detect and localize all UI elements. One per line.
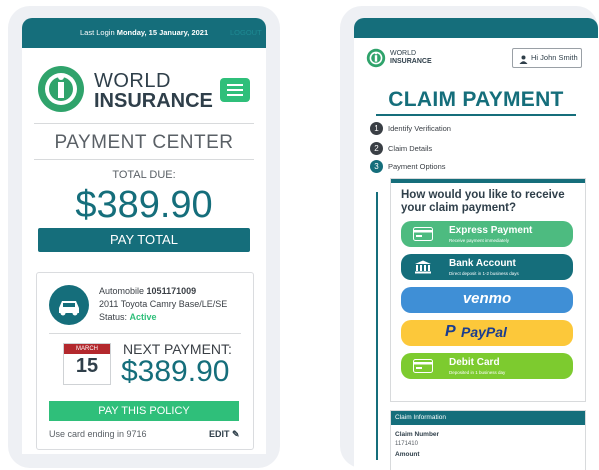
menu-button[interactable] (220, 78, 250, 102)
pay-policy-button[interactable]: PAY THIS POLICY (49, 401, 239, 421)
express-payment-option[interactable]: Express Payment Receive payment immediat… (401, 221, 573, 247)
car-icon (49, 285, 89, 325)
calendar-month: MARCH (64, 344, 110, 354)
step-number-active: 3 (370, 160, 383, 173)
brand-name: WORLD INSURANCE (390, 50, 432, 65)
next-payment-amount: $389.90 (121, 355, 230, 388)
policy-card: Automobile 1051171009 2011 Toyota Camry … (36, 272, 254, 450)
vehicle-name: 2011 Toyota Camry Base/LE/SE (99, 299, 228, 309)
title-underline (376, 114, 576, 116)
option-title: Debit Card (449, 357, 500, 368)
page-title: CLAIM PAYMENT (388, 88, 564, 111)
pay-total-button[interactable]: PAY TOTAL (38, 228, 250, 252)
step-progress-line (376, 192, 378, 460)
step-number: 1 (370, 122, 383, 135)
calendar-icon: MARCH 15 (63, 343, 111, 385)
user-account-button[interactable]: Hi John Smith (512, 48, 582, 68)
divider (34, 159, 254, 160)
venmo-option[interactable]: venmo (401, 287, 573, 313)
edit-button[interactable]: EDIT ✎ (209, 429, 240, 440)
bank-account-option[interactable]: Bank Account Direct deposit in 1-2 busin… (401, 254, 573, 280)
status-label: Status: (99, 312, 128, 322)
option-title: Express Payment (449, 225, 533, 236)
policy-type: Automobile (99, 286, 145, 296)
claim-number-label: Claim Number (395, 431, 440, 438)
brand-name-line2: INSURANCE (94, 90, 213, 112)
amount-label: Amount (395, 451, 420, 458)
payment-question: How would you like to receive your claim… (401, 189, 565, 214)
option-title: Bank Account (449, 258, 516, 269)
logout-link[interactable]: LOGOUT (230, 28, 262, 37)
payment-options-panel: How would you like to receive your claim… (390, 178, 586, 402)
option-subtitle: Direct deposit in 1-2 business days (449, 271, 519, 276)
bank-icon (415, 260, 431, 274)
paypal-option[interactable]: P PayPal (401, 320, 573, 346)
step-label[interactable]: Identify Verification (388, 124, 451, 133)
payment-center-screen: Last Login Monday, 15 January, 2021 LOGO… (22, 18, 266, 454)
top-bar: Last Login Monday, 15 January, 2021 LOGO… (22, 18, 266, 48)
claim-number-value: 1171410 (395, 441, 418, 447)
claim-info-header: Claim Information (391, 411, 585, 425)
policy-details: Automobile 1051171009 2011 Toyota Camry … (99, 285, 227, 324)
step-label-active[interactable]: Payment Options (388, 162, 446, 171)
user-icon (519, 53, 528, 64)
policy-number: 1051171009 (146, 286, 197, 296)
pencil-icon: ✎ (232, 429, 240, 439)
venmo-logo: venmo (462, 290, 512, 307)
panel-accent-bar (391, 179, 585, 183)
card-icon (413, 227, 433, 241)
page-title: PAYMENT CENTER (54, 132, 234, 153)
claim-information-panel: Claim Information Claim Number 1171410 A… (390, 410, 586, 470)
step-label[interactable]: Claim Details (388, 144, 432, 153)
claim-payment-screen: WORLD INSURANCE Hi John Smith CLAIM PAYME… (354, 18, 598, 470)
world-insurance-logo (366, 48, 386, 68)
card-ending-note: Use card ending in 9716 (49, 429, 147, 439)
status-badge: Active (129, 312, 157, 322)
step-number: 2 (370, 142, 383, 155)
calendar-day: 15 (75, 355, 99, 377)
option-subtitle: Deposited in 1 business day (449, 370, 506, 375)
debit-card-icon (413, 359, 433, 373)
world-insurance-logo (38, 66, 84, 112)
paypal-p-icon: P (445, 323, 456, 340)
divider (49, 333, 241, 334)
last-login: Last Login Monday, 15 January, 2021 (80, 28, 209, 37)
total-due-label: TOTAL DUE: (112, 169, 176, 181)
total-due-amount: $389.90 (75, 184, 213, 226)
paypal-logo: PayPal (461, 324, 507, 340)
divider (34, 123, 254, 124)
option-subtitle: Receive payment immediately (449, 238, 510, 243)
user-greeting: Hi John Smith (531, 53, 578, 62)
debit-card-option[interactable]: Debit Card Deposited in 1 business day (401, 353, 573, 379)
top-bar (354, 18, 598, 38)
edit-label: EDIT (209, 429, 230, 439)
